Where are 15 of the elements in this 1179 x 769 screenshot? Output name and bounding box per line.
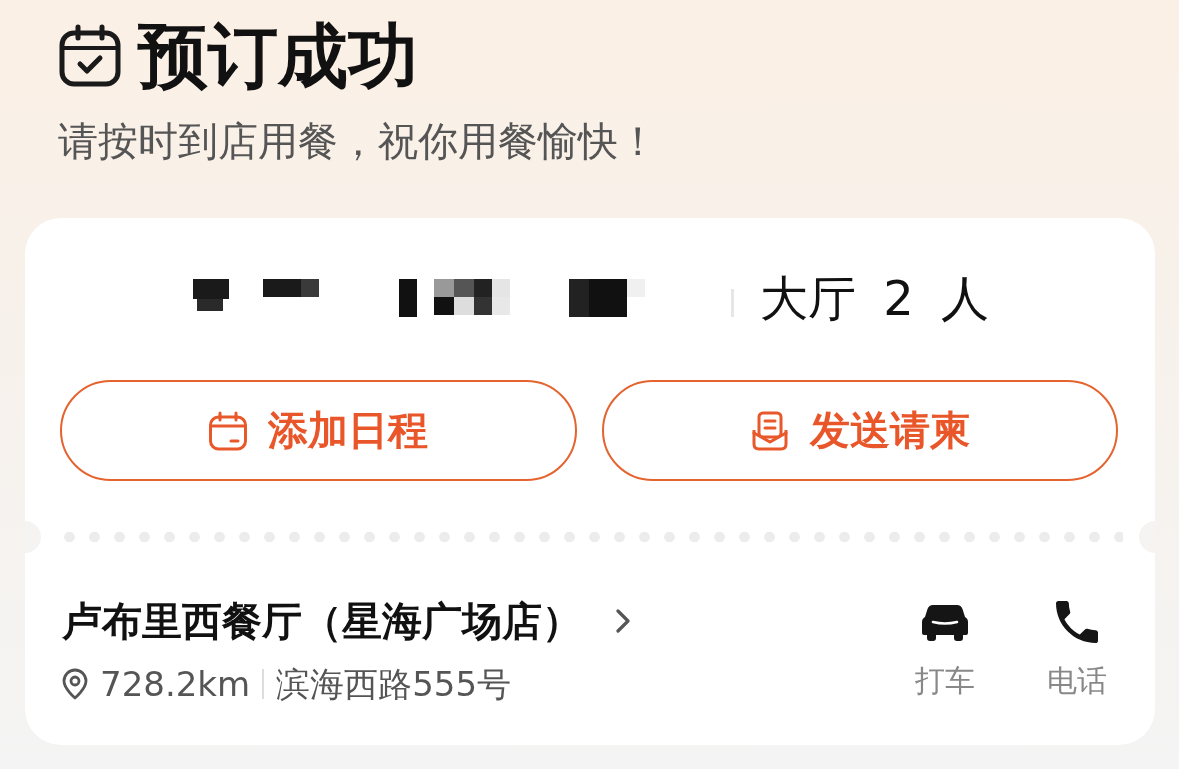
page-title: 预订成功 xyxy=(138,20,418,92)
calendar-check-icon xyxy=(58,24,122,88)
calendar-icon xyxy=(208,410,249,451)
taxi-button[interactable]: 打车 xyxy=(905,601,985,701)
restaurant-name[interactable]: 卢布里西餐厅（星海广场店） xyxy=(62,596,582,646)
location-pin-icon xyxy=(62,668,88,700)
page-subtitle: 请按时到店用餐，祝你用餐愉快！ xyxy=(58,117,659,166)
seating-info: 大厅 2 人 xyxy=(759,272,990,324)
phone-icon xyxy=(1056,601,1098,643)
add-to-calendar-button[interactable]: 添加日程 xyxy=(60,380,577,481)
call-button[interactable]: 电话 xyxy=(1037,601,1117,701)
send-invitation-button[interactable]: 发送请柬 xyxy=(601,380,1118,481)
chevron-right-icon[interactable] xyxy=(616,609,630,633)
address-text: 滨海西路555号 xyxy=(276,663,512,706)
distance-text: 728.2km xyxy=(100,663,251,706)
